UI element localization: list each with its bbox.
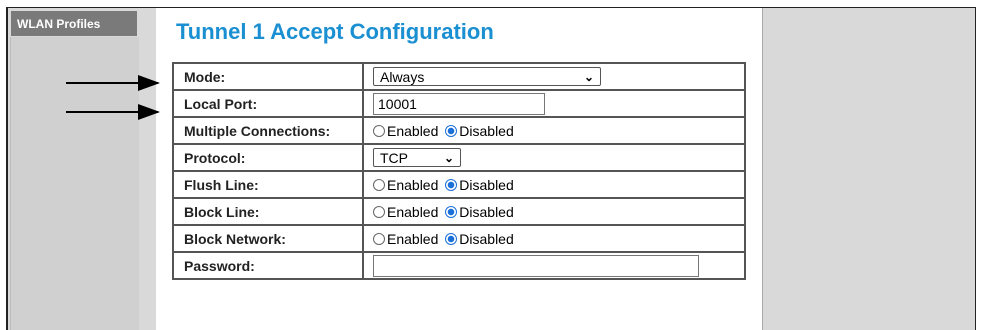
protocol-label: Protocol:: [172, 143, 364, 172]
protocol-cell: TCP ⌄: [362, 143, 746, 172]
block-network-cell: Enabled Disabled: [362, 224, 746, 253]
block-network-disabled-radio[interactable]: [445, 232, 458, 245]
password-label: Password:: [172, 251, 364, 280]
mode-select[interactable]: Always ⌄: [373, 67, 601, 86]
flush-line-label: Flush Line:: [172, 170, 364, 199]
protocol-select-value: TCP: [380, 150, 408, 166]
local-port-cell: 10001: [362, 89, 746, 118]
password-input[interactable]: [373, 254, 699, 277]
multiple-connections-disabled-label: Disabled: [459, 122, 514, 139]
row-local-port: Local Port: 10001: [172, 89, 746, 118]
multiple-connections-enabled-label: Enabled: [387, 122, 439, 139]
block-line-disabled-label: Disabled: [459, 203, 514, 220]
flush-line-enabled-label: Enabled: [387, 176, 439, 193]
sidebar: WLAN Profiles: [8, 8, 156, 330]
annotation-arrow-local-port: [66, 104, 160, 120]
password-cell: [362, 251, 746, 280]
flush-line-disabled-radio[interactable]: [445, 178, 458, 191]
block-line-label: Block Line:: [172, 197, 364, 226]
annotation-arrow-mode: [66, 75, 160, 91]
block-network-enabled-radio[interactable]: [373, 232, 385, 245]
block-line-enabled-label: Enabled: [387, 203, 439, 220]
block-line-disabled-radio[interactable]: [445, 205, 458, 218]
row-flush-line: Flush Line: Enabled Disabled: [172, 170, 746, 199]
multiple-connections-label: Multiple Connections:: [172, 116, 364, 145]
flush-line-cell: Enabled Disabled: [362, 170, 746, 199]
flush-line-disabled-label: Disabled: [459, 176, 514, 193]
page-title: Tunnel 1 Accept Configuration: [176, 19, 494, 44]
sidebar-item-wlan-profiles[interactable]: WLAN Profiles: [10, 10, 138, 37]
row-mode: Mode: Always ⌄: [172, 62, 746, 91]
config-table: Mode: Always ⌄ Local Port: 10001 Multipl…: [172, 62, 746, 280]
block-network-enabled-label: Enabled: [387, 230, 439, 247]
multiple-connections-disabled-radio[interactable]: [445, 124, 458, 137]
row-protocol: Protocol: TCP ⌄: [172, 143, 746, 172]
right-panel: [762, 8, 975, 330]
protocol-select[interactable]: TCP ⌄: [373, 148, 461, 167]
block-line-enabled-radio[interactable]: [373, 205, 385, 218]
row-block-line: Block Line: Enabled Disabled: [172, 197, 746, 226]
multiple-connections-enabled-radio[interactable]: [373, 124, 385, 137]
block-network-disabled-label: Disabled: [459, 230, 514, 247]
flush-line-enabled-radio[interactable]: [373, 178, 385, 191]
local-port-label: Local Port:: [172, 89, 364, 118]
row-password: Password:: [172, 251, 746, 280]
mode-label: Mode:: [172, 62, 364, 91]
chevron-down-icon: ⌄: [583, 70, 594, 84]
chevron-down-icon: ⌄: [443, 151, 454, 165]
multiple-connections-cell: Enabled Disabled: [362, 116, 746, 145]
mode-cell: Always ⌄: [362, 62, 746, 91]
block-network-label: Block Network:: [172, 224, 364, 253]
mode-select-value: Always: [380, 69, 425, 85]
row-multiple-connections: Multiple Connections: Enabled Disabled: [172, 116, 746, 145]
block-line-cell: Enabled Disabled: [362, 197, 746, 226]
local-port-input[interactable]: 10001: [373, 92, 545, 115]
sidebar-strip: [10, 37, 139, 330]
row-block-network: Block Network: Enabled Disabled: [172, 224, 746, 253]
